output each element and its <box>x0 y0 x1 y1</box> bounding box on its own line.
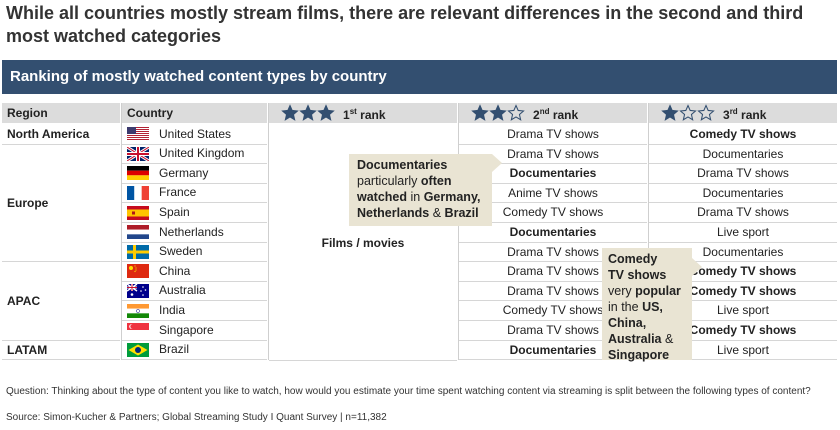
country-cell: Netherlands <box>122 223 267 243</box>
rank-3-cell: Documentaries <box>649 145 837 165</box>
country-name: Netherlands <box>159 224 224 239</box>
header-country: Country <box>122 103 267 123</box>
region-cell: Europe <box>2 145 120 263</box>
rank-1-label: 1st rank <box>343 106 386 122</box>
comedy-callout-pointer <box>692 258 702 276</box>
country-name: Sweden <box>159 244 203 259</box>
country-cell: India <box>122 301 267 321</box>
au-flag-icon <box>127 284 149 299</box>
rank-2-label: 2nd rank <box>533 106 579 122</box>
country-cell: Singapore <box>122 321 267 341</box>
country-name: United Kingdom <box>159 146 245 161</box>
region-cell: North America <box>2 125 120 145</box>
table-row: Singapore Drama TV shows Comedy TV shows <box>2 321 837 341</box>
documentaries-callout-pointer <box>492 154 502 172</box>
rank-3-cell: Documentaries <box>649 184 837 204</box>
country-name: Spain <box>159 204 190 219</box>
country-name: Australia <box>159 283 206 298</box>
rank-3-cell: Live sport <box>649 223 837 243</box>
header-rank-2: 2nd rank <box>459 103 647 123</box>
country-cell: Brazil <box>122 341 267 361</box>
country-name: India <box>159 302 186 317</box>
country-name: Singapore <box>159 322 214 337</box>
es-flag-icon <box>127 205 149 220</box>
documentaries-callout: Documentaries particularly often watched… <box>349 154 492 226</box>
country-name: Germany <box>159 165 209 180</box>
table-row: Australia Drama TV shows Comedy TV shows <box>2 282 837 302</box>
table-title-banner: Ranking of mostly watched content types … <box>2 60 837 94</box>
rank-3-label: 3rd rank <box>723 106 767 122</box>
cn-flag-icon <box>127 264 149 279</box>
country-cell: United States <box>122 125 267 145</box>
rank-3-cell: Comedy TV shows <box>649 125 837 145</box>
rank-3-cell: Drama TV shows <box>649 164 837 184</box>
one-star-icon <box>661 104 715 122</box>
de-flag-icon <box>127 166 149 181</box>
three-star-icon <box>281 104 335 122</box>
us-flag-icon <box>127 127 149 142</box>
uk-flag-icon <box>127 146 149 161</box>
rank-3-cell: Drama TV shows <box>649 203 837 223</box>
header-region: Region <box>2 103 120 123</box>
country-name: United States <box>159 126 232 141</box>
table-row: Sweden Drama TV shows Documentaries <box>2 243 837 263</box>
headline: While all countries mostly stream films,… <box>6 3 804 46</box>
br-flag-icon <box>127 342 149 357</box>
table-row: United States Drama TV shows Comedy TV sho… <box>2 125 837 145</box>
header-rank-1: 1st rank <box>269 103 457 123</box>
footnote-source: Source: Simon-Kucher & Partners; Global … <box>6 412 387 423</box>
footnote-question: Question: Thinking about the type of con… <box>6 386 811 397</box>
fr-flag-icon <box>127 186 149 201</box>
column-divider <box>268 103 269 360</box>
country-name: France <box>159 185 197 200</box>
header-rank-3: 3rd rank <box>649 103 837 123</box>
table-row: Brazil Documentaries Live sport <box>2 341 837 361</box>
two-star-icon <box>471 104 525 122</box>
country-name: China <box>159 263 191 278</box>
country-cell: United Kingdom <box>122 145 267 165</box>
country-cell: Germany <box>122 164 267 184</box>
table-row: India Comedy TV shows Live sport <box>2 301 837 321</box>
country-name: Brazil <box>159 342 190 357</box>
sg-flag-icon <box>127 323 149 338</box>
table-row: China Drama TV shows Comedy TV shows <box>2 262 837 282</box>
column-divider <box>121 103 122 360</box>
country-cell: Australia <box>122 282 267 302</box>
nl-flag-icon <box>127 225 149 240</box>
country-cell: Spain <box>122 203 267 223</box>
column-divider <box>458 103 459 360</box>
se-flag-icon <box>127 244 149 259</box>
country-cell: China <box>122 262 267 282</box>
region-cell: APAC <box>2 262 120 341</box>
in-flag-icon <box>127 303 149 318</box>
region-cell: LATAM <box>2 341 120 361</box>
country-cell: France <box>122 184 267 204</box>
country-cell: Sweden <box>122 243 267 263</box>
comedy-callout: Comedy TV shows very popular in the US, … <box>602 248 692 362</box>
rank-2-cell: Drama TV shows <box>459 125 647 145</box>
